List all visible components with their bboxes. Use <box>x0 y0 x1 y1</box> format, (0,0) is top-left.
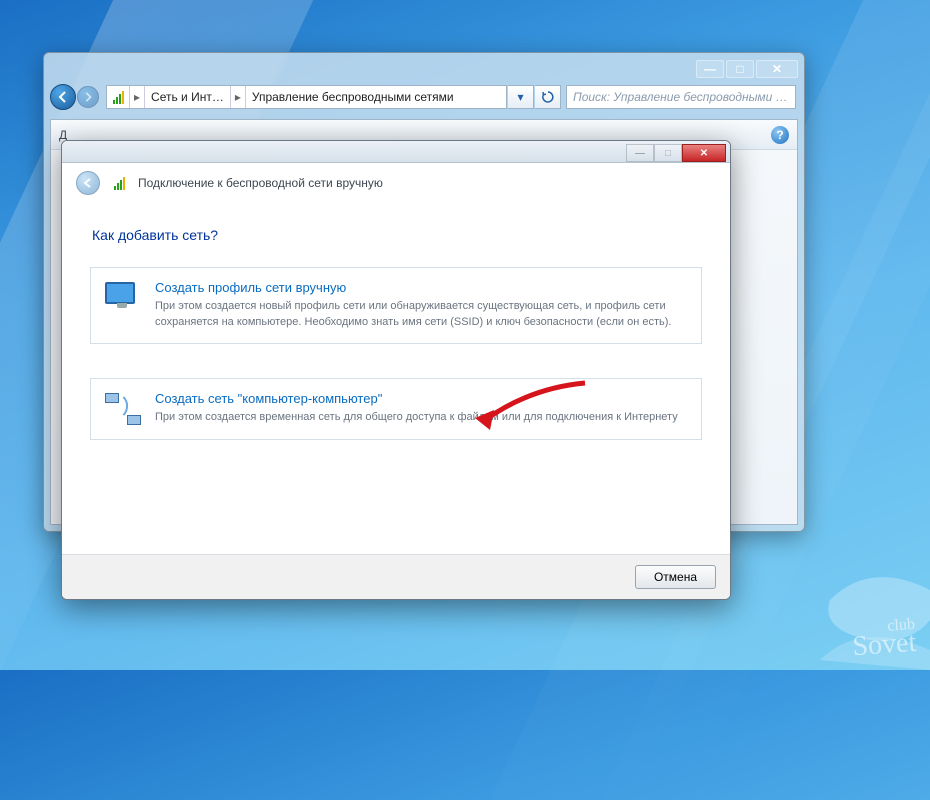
refresh-button[interactable] <box>535 85 561 109</box>
network-icon <box>107 86 129 108</box>
watermark: club Sovet <box>851 619 917 659</box>
wizard-titlebar: — □ ✕ <box>62 141 730 163</box>
option-description: При этом создается временная сеть для об… <box>155 410 687 426</box>
option-description: При этом создается новый профиль сети ил… <box>155 299 687 331</box>
crumb-separator[interactable]: ▸ <box>129 86 145 108</box>
arrow-left-icon <box>57 91 69 103</box>
option-manual-profile[interactable]: Создать профиль сети вручную При этом со… <box>90 267 702 344</box>
wizard-maximize-button: □ <box>654 144 682 162</box>
forward-button <box>77 86 99 108</box>
wizard-content: Как добавить сеть? Создать профиль сети … <box>62 219 730 554</box>
arrow-left-icon <box>82 177 94 189</box>
minimize-button[interactable]: — <box>696 60 724 78</box>
adhoc-icon <box>105 391 141 427</box>
network-icon <box>108 172 130 194</box>
wizard-header: Подключение к беспроводной сети вручную <box>62 163 730 219</box>
address-bar[interactable]: ▸ Сеть и Инт… ▸ Управление беспроводными… <box>106 85 507 109</box>
crumb-separator[interactable]: ▸ <box>230 86 246 108</box>
explorer-titlebar: — □ ✕ <box>44 53 804 81</box>
arrow-right-icon <box>83 92 93 102</box>
wizard-title: Как добавить сеть? <box>92 227 702 243</box>
search-input[interactable]: Поиск: Управление беспроводными … <box>566 85 796 109</box>
refresh-icon <box>542 91 554 103</box>
wizard-header-text: Подключение к беспроводной сети вручную <box>138 176 383 190</box>
maximize-button[interactable]: □ <box>726 60 754 78</box>
wizard-back-button[interactable] <box>76 171 100 195</box>
back-button[interactable] <box>50 84 76 110</box>
computer-icon <box>105 280 141 316</box>
option-title: Создать профиль сети вручную <box>155 280 687 295</box>
wizard-dialog: — □ ✕ Подключение к беспроводной сети вр… <box>61 140 731 600</box>
breadcrumb-item[interactable]: Управление беспроводными сетями <box>246 90 460 104</box>
wizard-close-button[interactable]: ✕ <box>682 144 726 162</box>
watermark-bottom: Sovet <box>852 626 918 661</box>
wizard-minimize-button: — <box>626 144 654 162</box>
close-button[interactable]: ✕ <box>756 60 798 78</box>
help-icon[interactable]: ? <box>771 126 789 144</box>
cancel-button[interactable]: Отмена <box>635 565 716 589</box>
breadcrumb-item[interactable]: Сеть и Инт… <box>145 90 230 104</box>
option-adhoc-network[interactable]: Создать сеть "компьютер-компьютер" При э… <box>90 378 702 440</box>
wizard-footer: Отмена <box>62 554 730 599</box>
explorer-nav-row: ▸ Сеть и Инт… ▸ Управление беспроводными… <box>44 81 804 113</box>
dropdown-button[interactable]: ▾ <box>508 85 534 109</box>
option-title: Создать сеть "компьютер-компьютер" <box>155 391 687 406</box>
